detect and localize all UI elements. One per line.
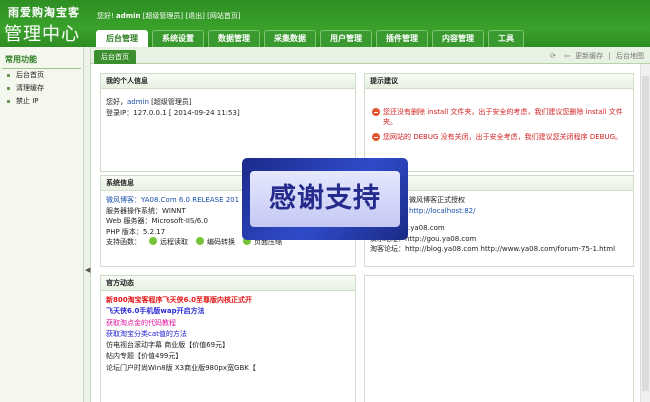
panel-title: 提示建议 [365, 74, 633, 89]
sidebar: 常用功能 后台首页 清理缓存 禁止 IP [0, 47, 84, 402]
overlay-text: 感谢支持 [250, 171, 400, 227]
tab-collect[interactable]: 采集数据 [264, 30, 316, 47]
sidebar-splitter[interactable]: ◀ [84, 47, 91, 402]
tip-debug: 您网站的 DEBUG 没有关闭，出于安全考虑，我们建议您关闭程序 DEBUG。 [370, 132, 628, 142]
sub-toolbar: 后台首页 ⟳ ⇦ 更新缓存 | 后台地图 [91, 47, 650, 64]
tip-debug-text: 您网站的 DEBUG 没有关闭，出于安全考虑，我们建议您关闭程序 DEBUG。 [383, 133, 623, 141]
collapse-arrow-icon[interactable]: ◀ [85, 266, 90, 274]
sidebar-item-clear-cache[interactable]: 清理缓存 [0, 82, 83, 95]
tab-tools[interactable]: 工具 [488, 30, 524, 47]
breadcrumb[interactable]: 后台首页 [94, 50, 136, 64]
support-label: 支持函数： [106, 238, 141, 247]
forum-address[interactable]: 淘客论坛：http://blog.ya08.com http://www.ya0… [370, 244, 628, 255]
brand-top: 雨爱购淘宝客 [8, 6, 80, 19]
admin-map-link[interactable]: 后台地图 [616, 52, 644, 60]
login-ip: 登录IP：127.0.0.1 [ 2014-09-24 11:53] [106, 108, 240, 117]
site-home-link[interactable]: [网站首页] [207, 12, 240, 20]
news-item[interactable]: 新800淘宝客程序飞天侠6.0至尊版内核正式开 [106, 295, 350, 306]
brand-title: 管理中心 [4, 24, 80, 45]
main-nav: 后台管理 系统设置 数据管理 采集数据 用户管理 插件管理 内容管理 工具 [96, 30, 528, 47]
blog-version-text: 微风博客：YA08.Com 6.0 RELEASE 201 [106, 196, 240, 204]
refresh-icon[interactable]: ⟳ [550, 52, 556, 60]
panel-title: 官方动态 [101, 276, 355, 291]
hello-label: 您好， [106, 98, 127, 106]
back-icon[interactable]: ⇦ [564, 52, 570, 60]
official-site[interactable]: http://www.ya08.com [370, 223, 628, 234]
news-item[interactable]: 论坛门户时尚Win8版 X3商业版980px宽GBK【 [106, 363, 350, 374]
scrollbar[interactable] [640, 64, 650, 402]
news-item[interactable]: 仿电视台滚动字幕 商业版【价值69元】 [106, 340, 350, 351]
panel-title: 我的个人信息 [101, 74, 355, 89]
info-username: admin [127, 98, 149, 106]
news-item[interactable]: 获取淘宝分类cat值的方法 [106, 329, 350, 340]
news-item[interactable]: 获取淘点金的代码教程 [106, 318, 350, 329]
auth-text: 微风博客正式授权 [409, 196, 465, 204]
tab-system[interactable]: 系统设置 [152, 30, 204, 47]
func-remote: 远程读取 [160, 238, 188, 247]
tab-data[interactable]: 数据管理 [208, 30, 260, 47]
auth-url[interactable]: http://localhost:82/ [409, 206, 628, 217]
separator-icon: | [608, 52, 611, 60]
news-item[interactable]: 帖内专题【价值499元】 [106, 351, 350, 362]
hello-row: 您好，admin [超级管理员] [106, 97, 350, 108]
tip-install: 您还没有删除 install 文件夹，出于安全的考虑，我们建议您删除 insta… [370, 107, 628, 127]
tips-panel: 提示建议 您还没有删除 install 文件夹，出于安全的考虑，我们建议您删除 … [364, 73, 634, 172]
scrollbar-thumb[interactable] [642, 76, 649, 391]
func-encode: 编码转换 [207, 238, 235, 247]
sidebar-item-ban-ip[interactable]: 禁止 IP [0, 95, 83, 108]
warning-icon [372, 133, 380, 141]
check-icon [149, 237, 157, 246]
update-cache-link[interactable]: 更新缓存 [575, 52, 603, 60]
header-bar: 雨爱购淘宝客 管理中心 您好! admin [超级管理员] [退出] [网站首页… [0, 0, 650, 47]
news-panel: 官方动态 新800淘宝客程序飞天侠6.0至尊版内核正式开 飞天侠6.0手机版wa… [100, 275, 356, 402]
tab-admin[interactable]: 后台管理 [96, 30, 148, 47]
overlay-banner: 感谢支持 [242, 158, 408, 240]
username: admin [116, 12, 141, 20]
info-role: [超级管理员] [151, 98, 192, 106]
tab-users[interactable]: 用户管理 [320, 30, 372, 47]
sidebar-item-home[interactable]: 后台首页 [0, 69, 83, 82]
toolbar-tools: ⟳ ⇦ 更新缓存 | 后台地图 [547, 51, 644, 61]
tip-install-text: 您还没有删除 install 文件夹，出于安全的考虑，我们建议您删除 insta… [383, 108, 623, 126]
sidebar-title: 常用功能 [2, 51, 81, 69]
logout-link[interactable]: [退出] [185, 12, 204, 20]
warning-icon [372, 108, 380, 116]
news-item[interactable]: 飞天侠6.0手机版wap开启方法 [106, 306, 350, 317]
demo-address[interactable]: 演示地址：http://gou.ya08.com [370, 234, 628, 245]
hello-text: 您好! [97, 12, 114, 20]
user-role: [超级管理员] [142, 12, 184, 20]
empty-panel [364, 275, 634, 402]
tab-plugins[interactable]: 插件管理 [376, 30, 428, 47]
tab-content[interactable]: 内容管理 [432, 30, 484, 47]
check-icon [196, 237, 204, 246]
user-bar: 您好! admin [超级管理员] [退出] [网站首页] [97, 11, 241, 21]
